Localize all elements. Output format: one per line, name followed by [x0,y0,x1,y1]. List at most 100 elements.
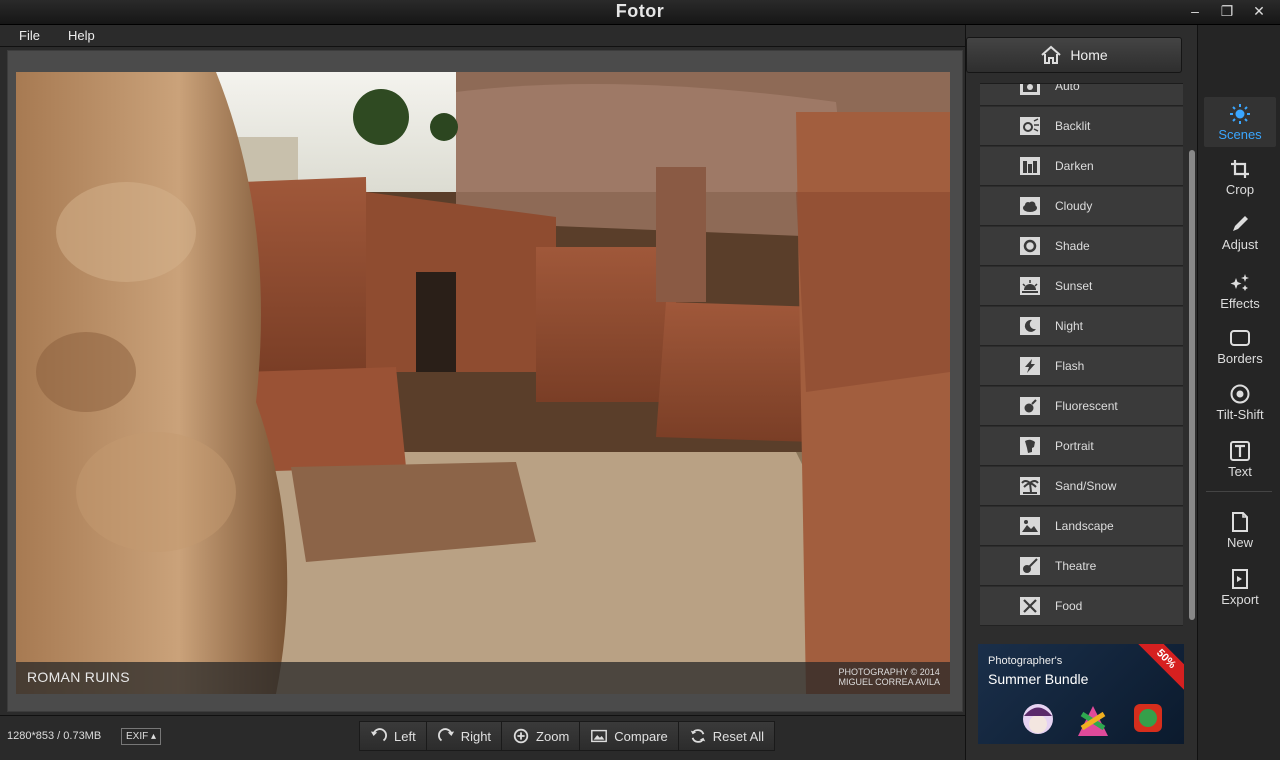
nav-scenes-label: Scenes [1218,127,1262,142]
roman-ruins-photo [16,72,950,694]
scenes-panel: Home Auto Backlit Darken Cloudy Shade Su… [965,25,1197,760]
canvas-area: ROMAN RUINS PHOTOGRAPHY © 2014 MIGUEL CO… [0,47,965,715]
nav-borders[interactable]: Borders [1204,321,1276,371]
ad-line2: Summer Bundle [988,671,1089,687]
nav-export[interactable]: Export [1204,562,1276,612]
reset-all-button[interactable]: Reset All [677,721,776,751]
exif-button[interactable]: EXIF ▴ [121,728,162,745]
nav-export-label: Export [1221,592,1259,607]
scene-label: Flash [1055,359,1085,373]
nav-crop[interactable]: Crop [1204,152,1276,202]
scene-label: Food [1055,599,1083,613]
compare-icon [591,729,608,743]
scene-item-fluorescent[interactable]: Fluorescent [980,387,1183,426]
moon-icon [1018,315,1042,337]
scene-item-landscape[interactable]: Landscape [980,507,1183,546]
rotate-left-icon [370,728,387,742]
window-title: Fotor [615,1,665,21]
photo-preview[interactable]: ROMAN RUINS PHOTOGRAPHY © 2014 MIGUEL CO… [16,72,950,694]
nav-new-label: New [1226,535,1253,550]
landscape-icon [1018,515,1042,537]
fluorescent-icon [1018,395,1042,417]
guitar-icon [1018,555,1042,577]
scene-label: Auto [1055,83,1080,93]
nav-text[interactable]: Text [1204,434,1276,484]
scene-item-sunset[interactable]: Sunset [980,267,1183,306]
scene-label: Theatre [1055,559,1097,573]
nav-adjust-label: Adjust [1221,237,1259,252]
scene-item-auto[interactable]: Auto [980,83,1183,106]
restore-icon[interactable]: ❐ [1218,2,1236,20]
home-button[interactable]: Home [966,37,1182,73]
ad-discount-badge: 50% [1131,644,1184,694]
rotate-right-icon [437,728,454,742]
close-icon[interactable]: ✕ [1250,2,1268,20]
scene-label: Fluorescent [1055,399,1118,413]
summer-bundle-ad[interactable]: Photographer's Summer Bundle 50% [978,644,1184,744]
rotate-left-label: Left [394,728,416,744]
scene-label: Darken [1055,159,1094,173]
compare-button[interactable]: Compare [579,721,678,751]
zoom-button[interactable]: Zoom [501,721,580,751]
scene-item-night[interactable]: Night [980,307,1183,346]
nav-text-label: Text [1228,464,1252,479]
menu-bar: File Help [0,25,965,47]
scene-item-cloudy[interactable]: Cloudy [980,187,1183,226]
bottom-toolbar: Left Right Zoom Compare Reset All [359,721,776,751]
zoom-label: Zoom [536,728,570,744]
scene-item-theatre[interactable]: Theatre [980,547,1183,586]
menu-file[interactable]: File [14,28,45,43]
scene-item-backlit[interactable]: Backlit [980,107,1183,146]
scene-label: Shade [1055,239,1090,253]
photo-credit: PHOTOGRAPHY © 2014 MIGUEL CORREA AVILA [838,667,940,687]
scene-label: Sand/Snow [1055,479,1117,493]
photo-credit-line1: PHOTOGRAPHY © 2014 [838,667,940,677]
photo-caption: ROMAN RUINS [27,669,130,685]
nav-scenes[interactable]: Scenes [1204,97,1276,147]
crop-icon [1231,160,1249,178]
sun-icon [1230,104,1250,124]
nav-adjust[interactable]: Adjust [1204,207,1276,257]
rotate-left-button[interactable]: Left [359,721,426,751]
canvas-frame: ROMAN RUINS PHOTOGRAPHY © 2014 MIGUEL CO… [7,50,963,712]
ad-line1: Photographer's [988,655,1063,667]
scene-item-darken[interactable]: Darken [980,147,1183,186]
scene-item-portrait[interactable]: Portrait [980,427,1183,466]
reset-all-label: Reset All [712,728,765,744]
scene-item-sand-snow[interactable]: Sand/Snow [980,467,1183,506]
zoom-icon [513,728,529,744]
scene-item-food[interactable]: Food [980,587,1183,626]
backlit-icon [1018,115,1042,137]
fotor-window: Fotor – ❐ ✕ File Help ROMAN RUINS PHOTOG… [0,0,1280,760]
scene-label: Landscape [1055,519,1114,533]
menu-help[interactable]: Help [63,28,100,43]
home-icon [1041,45,1061,64]
title-bar: Fotor – ❐ ✕ [0,0,1280,25]
tilt-shift-icon [1230,384,1250,404]
rotate-right-label: Right [460,728,492,744]
rotate-right-button[interactable]: Right [425,721,502,751]
scene-list-scrollbar[interactable] [1189,150,1195,620]
sunset-icon [1018,275,1042,297]
nav-tilt-shift[interactable]: Tilt-Shift [1204,377,1276,427]
scene-item-flash[interactable]: Flash [980,347,1183,386]
scene-label: Sunset [1055,279,1093,293]
nav-effects[interactable]: Effects [1204,266,1276,316]
nav-crop-label: Crop [1225,182,1255,197]
photo-credit-line2: MIGUEL CORREA AVILA [838,677,940,687]
right-nav: Scenes Crop Adjust Effects Borders Tilt-… [1197,25,1280,760]
nav-effects-label: Effects [1220,296,1260,311]
reset-icon [690,729,705,743]
nav-tilt-shift-label: Tilt-Shift [1216,407,1264,422]
pencil-icon [1233,216,1248,231]
image-dimensions: 1280*853 / 0.73MB [7,730,102,742]
scene-item-shade[interactable]: Shade [980,227,1183,266]
nav-new[interactable]: New [1204,505,1276,555]
shade-icon [1018,235,1042,257]
fork-knife-icon [1018,595,1042,617]
scene-list: Auto Backlit Darken Cloudy Shade Sunset [980,83,1183,629]
text-icon [1230,441,1250,461]
minimize-icon[interactable]: – [1186,2,1204,20]
cloud-icon [1018,195,1042,217]
export-icon [1232,569,1248,589]
